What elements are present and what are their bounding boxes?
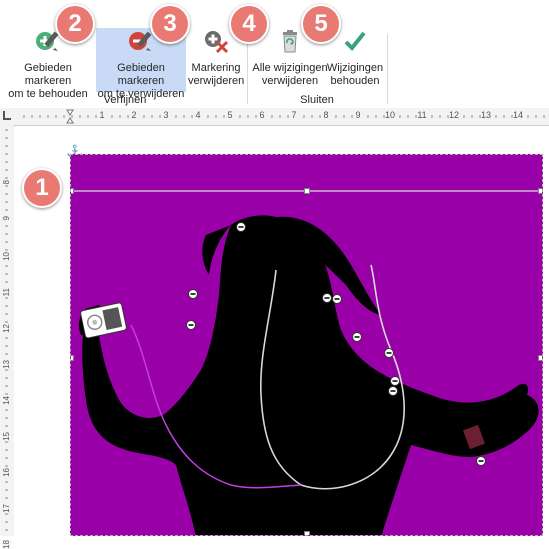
callout-5: 5 [301,4,341,44]
resize-handle[interactable] [304,531,310,535]
ruler-number: 16 [2,468,11,477]
ruler-number: 15 [2,432,11,441]
remove-marker [236,222,246,232]
ruler-number: 9 [2,216,11,221]
ruler-number: 4 [195,110,201,120]
ruler-number: 18 [2,540,11,549]
remove-marker [390,376,400,386]
ruler-number: 13 [2,360,11,369]
delete-mark-label: Markering verwijderen [188,62,245,87]
ruler-tab-selector[interactable] [0,108,15,127]
ruler-number: 6 [259,110,265,120]
callout-3: 3 [150,4,190,44]
ruler-number: 3 [163,110,169,120]
mark-areas-to-keep-label: Gebieden markeren om te behouden [8,62,88,100]
ruler-number: 14 [2,396,11,405]
ruler-number: 11 [417,110,427,120]
ruler-number: 8 [323,110,329,120]
callout-4: 4 [229,4,269,44]
ruler-number: 8 [2,180,11,185]
ruler-number: 9 [355,110,361,120]
resize-handle[interactable] [538,188,542,194]
ruler-number: 7 [291,110,297,120]
resize-handle[interactable] [304,188,310,194]
checkmark-icon [342,28,368,54]
remove-marker [322,293,332,303]
callout-2: 2 [55,4,95,44]
eraser-cross-icon [203,28,229,54]
ruler-number: 10 [2,252,11,261]
ruler-number: 13 [480,110,492,120]
horizontal-ruler[interactable]: 1 2 3 4 5 6 7 8 9 10 11 12 13 14 [14,108,549,126]
resize-handle[interactable] [71,355,74,361]
ruler-number: 11 [2,288,11,297]
callout-1: 1 [22,168,62,208]
remove-marker [476,456,486,466]
remove-marker [388,386,398,396]
ruler-number: 1 [99,110,105,120]
remove-marker [384,348,394,358]
ruler-number: 12 [448,110,460,120]
ruler-number: 2 [131,110,137,120]
remove-marker [188,289,198,299]
trash-icon [277,28,303,54]
discard-all-changes-label: Alle wijzigingen verwijderen [252,62,328,87]
picture-being-edited[interactable] [70,154,543,536]
group-label-refine: Verfijnen [103,94,147,106]
keep-changes-label: Wijzigingen behouden [326,62,384,87]
resize-handle[interactable] [538,355,542,361]
ruler-number: 14 [512,110,524,120]
resize-handle[interactable] [71,188,74,194]
remove-marker [186,320,196,330]
document-canvas: ⚓ [14,127,549,536]
group-label-close: Sluiten [300,94,334,106]
remove-marker [352,332,362,342]
vertical-ruler[interactable]: 8 9 10 11 12 13 14 15 16 17 18 [0,126,15,549]
ruler-number: 12 [2,324,11,333]
minus-pencil-icon [128,28,154,54]
remove-marker [332,294,342,304]
ruler-number: 10 [384,110,396,120]
ruler-number: 5 [227,110,233,120]
group-separator [387,34,388,104]
ruler-number: 17 [2,504,11,513]
group-separator [247,34,248,104]
